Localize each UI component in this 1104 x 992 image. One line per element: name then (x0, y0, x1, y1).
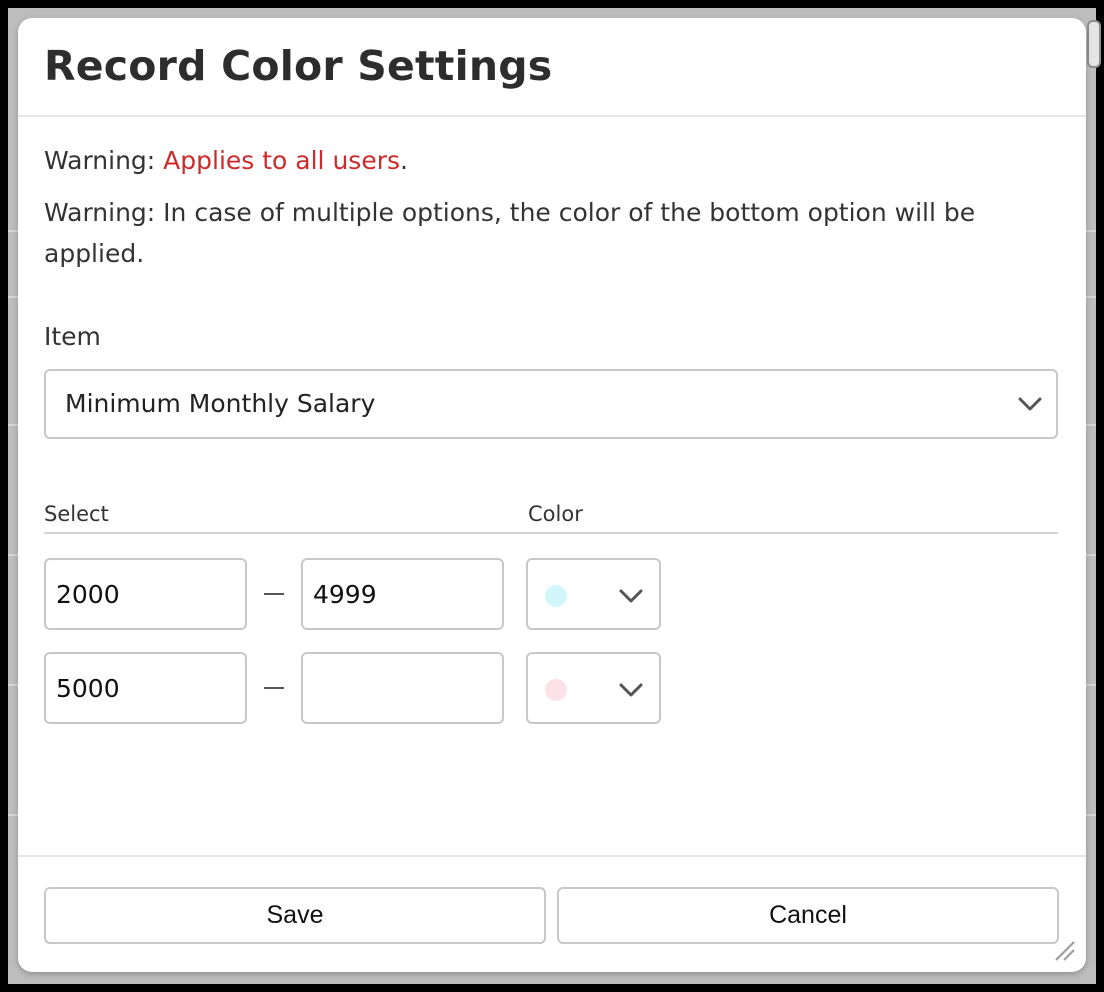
resize-handle-icon[interactable] (1052, 938, 1076, 962)
footer-divider (18, 855, 1086, 857)
range-2-color-swatch (545, 679, 567, 701)
record-color-settings-dialog: Record Color Settings Warning: Applies t… (18, 18, 1086, 972)
warning-prefix: Warning: (44, 146, 164, 175)
dialog-title: Record Color Settings (44, 42, 553, 90)
range-1-separator (264, 593, 284, 595)
range-2-to-input[interactable] (301, 652, 504, 724)
range-2-color-select[interactable] (526, 652, 661, 724)
range-1-to-input[interactable] (301, 558, 504, 630)
chevron-down-icon (619, 683, 643, 697)
range-1-color-select[interactable] (526, 558, 661, 630)
range-1-color-swatch (545, 585, 567, 607)
header-divider (18, 115, 1086, 117)
range-2-from-input[interactable] (44, 652, 247, 724)
range-1-from-input[interactable] (44, 558, 247, 630)
column-header-select: Select (44, 502, 109, 526)
warning-multiple-options: Warning: In case of multiple options, th… (44, 198, 976, 268)
warning-suffix: . (400, 146, 408, 175)
warning-highlight: Applies to all users (163, 146, 400, 175)
column-header-color: Color (528, 502, 583, 526)
chevron-down-icon (1018, 397, 1042, 411)
item-select-value: Minimum Monthly Salary (65, 389, 376, 418)
columns-divider (44, 532, 1058, 534)
item-label: Item (44, 322, 101, 351)
item-select[interactable]: Minimum Monthly Salary (44, 369, 1058, 439)
chevron-down-icon (619, 589, 643, 603)
background-edge (1087, 20, 1101, 68)
cancel-button[interactable]: Cancel (557, 887, 1059, 944)
range-2-separator (264, 687, 284, 689)
save-button[interactable]: Save (44, 887, 546, 944)
warning-all-users: Warning: Applies to all users. (44, 140, 408, 181)
